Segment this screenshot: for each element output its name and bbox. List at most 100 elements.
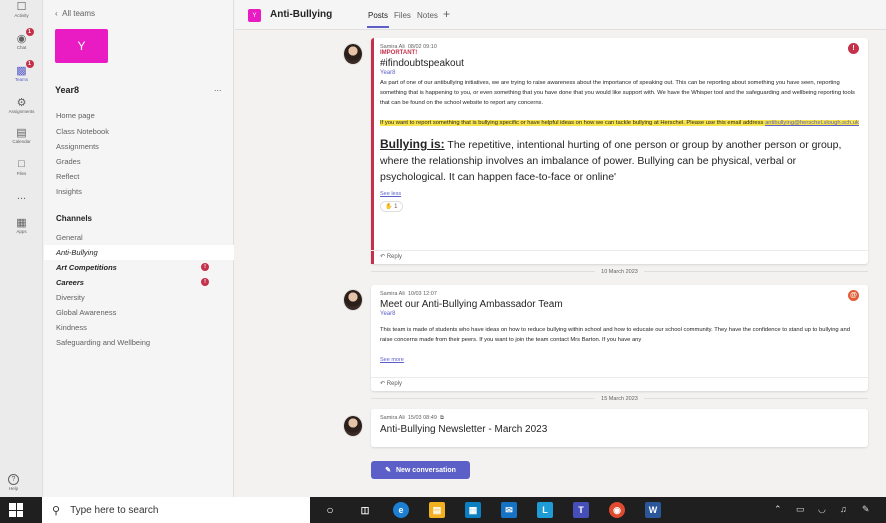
important-label: IMPORTANT! [380, 50, 418, 56]
post-author: Samira Ali [380, 415, 405, 421]
rail-label: Assignments [8, 109, 35, 114]
nav-insights[interactable]: Insights [56, 187, 82, 196]
file-explorer-icon[interactable]: ▤ [429, 502, 445, 518]
channel-label: Safeguarding and Wellbeing [56, 338, 151, 347]
rail-help[interactable]: ? Help [8, 474, 19, 491]
channel-header: Y Anti-Bullying Posts Files Notes + [235, 0, 886, 30]
post-channel-link[interactable]: Year8 [380, 70, 859, 76]
rail-teams[interactable]: ▩ 1 Teams [0, 60, 43, 94]
reply-button[interactable]: ↶ Reply [371, 377, 868, 391]
channel-kindness[interactable]: Kindness [44, 320, 234, 335]
email-link[interactable]: antibullying@herschel.slough.sch.uk [765, 120, 859, 126]
network-icon[interactable]: ◡ [818, 504, 826, 515]
post-subject: Meet our Anti-Bullying Ambassador Team [380, 299, 563, 310]
apps-icon: ▦ [16, 216, 27, 229]
rail-activity[interactable]: ☐ Activity [0, 0, 43, 30]
bell-icon: ☐ [16, 0, 27, 13]
add-tab-icon[interactable]: + [443, 7, 450, 21]
chat-badge: 1 [25, 28, 34, 36]
post-body: Samira Ali 08/02 09:10 IMPORTANT! #ifind… [371, 38, 868, 218]
reply-icon: ↶ [380, 254, 386, 260]
channel-title: Anti-Bullying [270, 9, 333, 20]
nav-class-notebook[interactable]: Class Notebook [56, 127, 109, 136]
post-meta: Samira Ali 15/03 08:49 ⧉ [380, 415, 859, 422]
tab-files[interactable]: Files [394, 11, 411, 20]
reply-label: Reply [386, 381, 403, 387]
channel-careers[interactable]: Careers! [44, 275, 234, 290]
date-separator: 10 March 2023 [371, 266, 868, 276]
team-panel: ‹ All teams Y Year8 ... Home page Class … [44, 0, 234, 497]
post-text: As part of one of our antibullying initi… [380, 80, 855, 106]
alert-icon: ! [201, 263, 209, 271]
post-subject: Anti-Bullying Newsletter - March 2023 [380, 424, 548, 435]
channel-diversity[interactable]: Diversity [44, 290, 234, 305]
channel-label: Global Awareness [56, 308, 117, 317]
avatar[interactable] [343, 415, 363, 437]
nav-reflect[interactable]: Reflect [56, 172, 79, 181]
tray-chevron-icon[interactable]: ⌃ [774, 504, 782, 515]
rail-files[interactable]: □ Files [0, 158, 43, 188]
channel-art-competitions[interactable]: Art Competitions! [44, 260, 234, 275]
all-teams-label: All teams [62, 9, 96, 18]
word-icon[interactable]: W [645, 502, 661, 518]
date-separator: 15 March 2023 [371, 393, 868, 403]
edge-icon[interactable]: e [393, 502, 409, 518]
store-icon[interactable]: ▦ [465, 502, 481, 518]
edited-icon: ⧉ [439, 415, 444, 421]
rail-label: Files [16, 171, 27, 176]
team-avatar: Y [55, 29, 108, 63]
channel-label: General [56, 233, 83, 242]
tab-posts[interactable]: Posts [368, 11, 388, 20]
new-conversation-label: New conversation [395, 466, 456, 474]
lync-icon[interactable]: L [537, 502, 553, 518]
windows-start-icon[interactable] [9, 503, 23, 517]
pen-icon[interactable]: ✎ [862, 504, 870, 515]
see-less-link[interactable]: See less [380, 191, 859, 197]
channel-general[interactable]: General [44, 230, 234, 245]
tab-notes[interactable]: Notes [417, 11, 438, 20]
nav-assignments[interactable]: Assignments [56, 142, 99, 151]
help-icon: ? [8, 474, 19, 485]
active-tab-indicator [367, 26, 389, 28]
post-important: ! Samira Ali 08/02 09:10 IMPORTANT! #ifi… [371, 38, 868, 264]
post-channel-link[interactable]: Year8 [380, 311, 859, 317]
channel-label: Careers [56, 278, 84, 287]
reply-button[interactable]: ↶ Reply [371, 250, 868, 264]
chrome-icon[interactable]: ◉ [609, 502, 625, 518]
post-body: Samira Ali 10/03 12:07 Meet our Anti-Bul… [371, 285, 868, 369]
channel-anti-bullying[interactable]: Anti-Bullying [44, 245, 234, 260]
rail-calendar[interactable]: ▤ Calendar [0, 126, 43, 156]
search-icon: ⚲ [52, 504, 61, 517]
channel-avatar: Y [248, 9, 261, 22]
avatar[interactable] [343, 43, 363, 65]
task-view-icon[interactable]: ◫ [357, 502, 373, 518]
taskbar-search[interactable]: ⚲ Type here to search [42, 497, 310, 523]
teams-taskbar-icon[interactable]: T [573, 502, 589, 518]
post-time: 10/03 12:07 [407, 291, 437, 297]
new-conversation-button[interactable]: ✎ New conversation [371, 461, 470, 479]
team-more-icon[interactable]: ... [214, 83, 222, 93]
mail-icon[interactable]: ✉ [501, 502, 517, 518]
rail-assignments[interactable]: ⚙ Assignments [0, 96, 43, 126]
post-time: 15/03 08:49 [407, 415, 437, 421]
text-fade [380, 347, 859, 357]
all-teams-link[interactable]: ‹ All teams [55, 9, 95, 18]
team-name: Year8 [55, 85, 80, 95]
teams-badge: 1 [25, 60, 34, 68]
nav-home-page[interactable]: Home page [56, 111, 95, 120]
cortana-icon[interactable]: ○ [322, 502, 338, 518]
nav-grades[interactable]: Grades [56, 157, 81, 166]
reaction-button[interactable]: ✋ 1 [380, 201, 403, 212]
date-label: 15 March 2023 [595, 396, 644, 402]
channel-safeguarding[interactable]: Safeguarding and Wellbeing [44, 335, 234, 350]
post-definition: Bullying is: The repetitive, intentional… [380, 136, 859, 185]
battery-icon[interactable]: ▭ [796, 504, 805, 515]
rail-apps[interactable]: ▦ Apps [0, 216, 43, 246]
rail-chat[interactable]: ◉ 1 Chat [0, 28, 43, 62]
see-more-link[interactable]: See more [380, 357, 859, 363]
avatar[interactable] [343, 289, 363, 311]
volume-icon[interactable]: ♫ [840, 504, 847, 514]
channel-label: Anti-Bullying [56, 248, 98, 257]
channel-global-awareness[interactable]: Global Awareness [44, 305, 234, 320]
definition-label: Bullying is: [380, 137, 445, 151]
